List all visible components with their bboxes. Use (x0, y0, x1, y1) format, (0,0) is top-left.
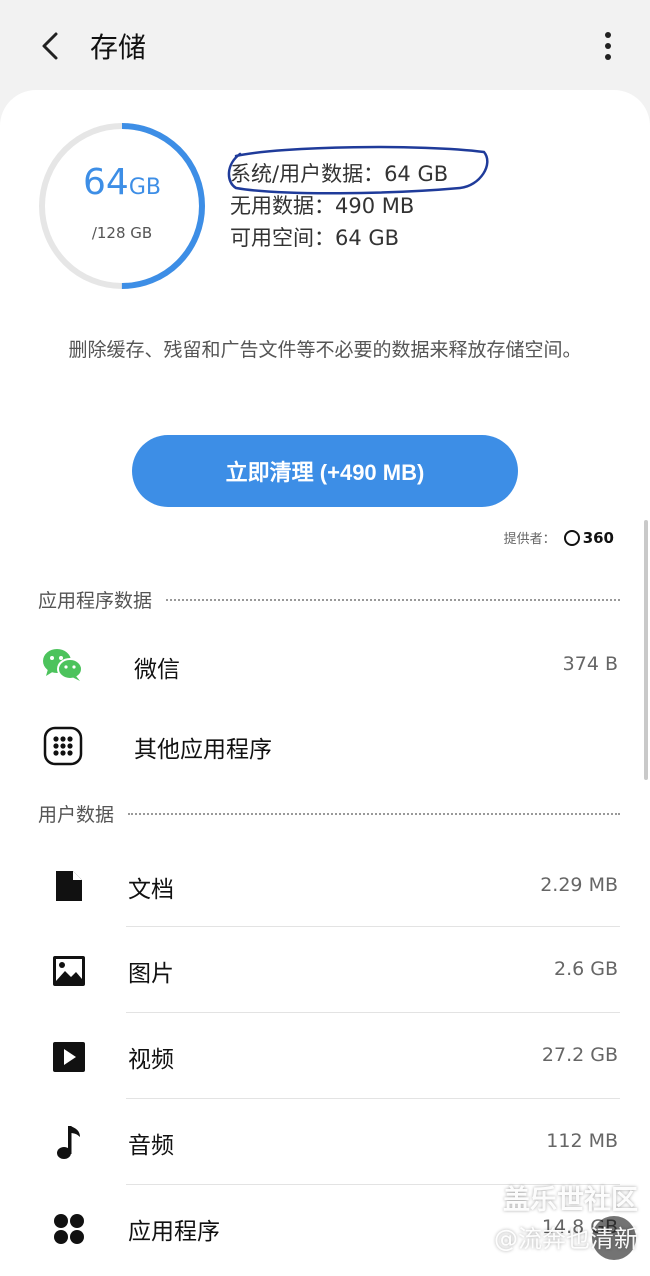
user-data-section-header: 用户数据 (38, 800, 620, 827)
more-dot-icon (605, 43, 611, 49)
used-storage-value: 64GB (36, 162, 208, 203)
used-storage-unit: GB (128, 175, 161, 200)
app-name: 微信 (134, 657, 180, 683)
provider-label: 提供者： (503, 532, 556, 547)
total-storage: /128 GB (91, 224, 153, 242)
provider-credit: 提供者： 360 (503, 528, 614, 548)
category-size: 112 MB (546, 1130, 618, 1152)
provider-logo: 360 (563, 528, 614, 547)
system-user-data-stat: 系统/用户数据：64 GB (230, 162, 449, 186)
app-row-wechat[interactable]: 微信 374 B (0, 635, 650, 697)
user-data-section-title: 用户数据 (38, 804, 115, 826)
user-data-row-images[interactable]: 图片 2.6 GB (0, 930, 650, 1012)
row-divider (126, 1012, 620, 1013)
wechat-icon (42, 645, 84, 685)
app-row-other-apps[interactable]: 其他应用程序 (0, 715, 650, 777)
category-size: 2.6 GB (553, 958, 618, 980)
cleanup-description: 删除缓存、残留和广告文件等不必要的数据来释放存储空间。 (68, 339, 582, 361)
top-bar: 存储 (0, 0, 650, 90)
video-icon (50, 1038, 88, 1076)
360-logo-icon (563, 529, 580, 546)
section-dotted-line (166, 598, 620, 601)
music-note-icon (52, 1122, 86, 1162)
image-icon (50, 952, 88, 990)
apps-icon (50, 1210, 88, 1248)
provider-name: 360 (582, 528, 614, 547)
category-size: 2.29 MB (540, 874, 618, 896)
storage-usage-ring (39, 123, 205, 289)
app-name: 其他应用程序 (134, 737, 272, 763)
more-dot-icon (605, 32, 611, 38)
clean-now-button[interactable]: 立即清理 (+490 MB) (132, 435, 518, 507)
category-name: 应用程序 (128, 1219, 220, 1245)
more-dot-icon (605, 54, 611, 60)
row-divider (126, 1098, 620, 1099)
category-name: 音频 (128, 1133, 174, 1159)
app-data-section-header: 应用程序数据 (38, 586, 620, 613)
available-space-stat: 可用空间：64 GB (230, 226, 400, 250)
app-data-section-title: 应用程序数据 (38, 590, 153, 612)
category-name: 图片 (128, 961, 174, 987)
watermark-username: @流奔也清新 (494, 1225, 638, 1253)
category-name: 文档 (128, 877, 174, 903)
community-watermark: 盖乐世社区 @流奔也清新 (494, 1178, 638, 1254)
section-dotted-line (128, 812, 620, 815)
user-data-row-documents[interactable]: 文档 2.29 MB (0, 846, 650, 926)
scrollbar[interactable] (644, 520, 648, 780)
back-button[interactable] (30, 24, 70, 68)
back-arrow-icon (42, 32, 58, 60)
document-icon (50, 866, 88, 906)
watermark-community-name: 盖乐世社区 (503, 1185, 638, 1216)
app-size: 374 B (562, 653, 618, 675)
junk-data-stat: 无用数据：490 MB (230, 194, 415, 218)
user-data-row-videos[interactable]: 视频 27.2 GB (0, 1016, 650, 1098)
row-divider (126, 926, 620, 927)
more-options-button[interactable] (596, 26, 620, 66)
category-size: 27.2 GB (541, 1044, 618, 1066)
category-name: 视频 (128, 1047, 174, 1073)
storage-stats: 系统/用户数据：64 GB 无用数据：490 MB 可用空间：64 GB (230, 158, 448, 254)
page-title: 存储 (90, 31, 147, 64)
apps-grid-icon (42, 725, 84, 767)
storage-card: 64GB /128 GB 系统/用户数据：64 GB 无用数据：490 MB 可… (0, 90, 650, 1276)
used-storage-number: 64 (83, 162, 129, 203)
user-data-row-audio[interactable]: 音频 112 MB (0, 1102, 650, 1184)
